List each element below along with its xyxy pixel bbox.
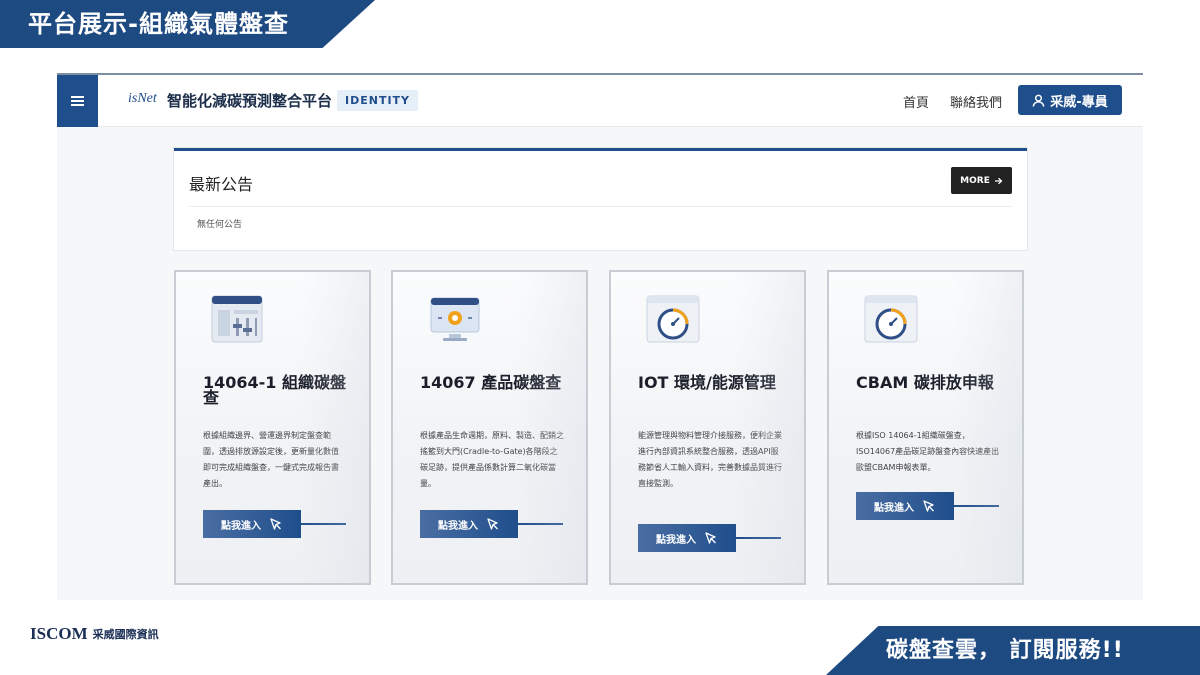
enter-button[interactable]: 點我進入 (420, 510, 518, 538)
button-underline (736, 537, 781, 539)
dashboard-settings-icon (211, 295, 263, 343)
button-underline (518, 523, 563, 525)
monitor-gear-icon (430, 297, 480, 341)
enter-button[interactable]: 點我進入 (856, 492, 954, 520)
gauge-icon (864, 295, 918, 343)
more-button-label: MORE (960, 175, 990, 186)
card-iot: IOT 環境/能源管理 能源管理與物料管理介接服務，便利企業進行內部資訊系統整合… (609, 270, 806, 585)
identity-tag: IDENTITY (337, 90, 419, 111)
enter-button-label: 點我進入 (656, 534, 696, 546)
card-description: 根據ISO 14064-1組織碳盤查，ISO14067產品碳足跡盤查內容快速產出… (856, 431, 1000, 472)
button-underline (954, 505, 999, 507)
arrow-right-icon (994, 177, 1003, 184)
enter-button[interactable]: 點我進入 (638, 524, 736, 552)
card-description: 根據組織邊界、營運邊界制定盤查範圍，透過排放源設定後，更新量化數值即可完成組織盤… (203, 431, 339, 488)
slide-title: 平台展示-組織氣體盤查 (0, 0, 375, 48)
company-logo: ISCOM 采威國際資訊 (30, 624, 159, 644)
card-title: IOT 環境/能源管理 (638, 373, 776, 392)
enter-button-label: 點我進入 (438, 520, 478, 532)
enter-button-label: 點我進入 (874, 502, 914, 514)
card-14067: 14067 產品碳盤查 根據產品生命週期，原料、製造、配銷之搖籃到大門(Crad… (391, 270, 588, 585)
slogan-banner: 碳盤查雲， 訂閱服務!! (826, 626, 1200, 675)
card-title: 14067 產品碳盤查 (420, 373, 562, 392)
slide: 平台展示-組織氣體盤查 isNet 智能化減碳預測整合平台 IDENTITY 首… (0, 0, 1200, 675)
card-description: 能源管理與物料管理介接服務，便利企業進行內部資訊系統整合服務，透過API服務節省… (638, 431, 782, 488)
user-icon (1032, 94, 1045, 107)
user-button[interactable]: 采威-專員 (1018, 85, 1122, 115)
user-button-label: 采威-專員 (1050, 94, 1108, 110)
card-title: 14064-1 組織碳盤查 (203, 373, 347, 407)
divider (189, 206, 1012, 207)
menu-button[interactable] (57, 75, 98, 127)
gauge-icon (646, 295, 700, 343)
hamburger-icon (71, 94, 84, 108)
more-button[interactable]: MORE (951, 167, 1012, 194)
announcement-title: 最新公告 (189, 175, 254, 194)
brand-name-zh: 采威國際資訊 (92, 628, 159, 641)
logo: isNet (128, 91, 157, 107)
brand-name-en: ISCOM (30, 624, 88, 643)
logo-text: isNet (128, 91, 157, 106)
cursor-icon (270, 518, 281, 530)
cursor-icon (705, 532, 716, 544)
app-title: 智能化減碳預測整合平台 (167, 92, 333, 110)
card-cbam: CBAM 碳排放申報 根據ISO 14064-1組織碳盤查，ISO14067產品… (827, 270, 1024, 585)
cursor-icon (923, 500, 934, 512)
card-title: CBAM 碳排放申報 (856, 373, 994, 392)
nav-contact-link[interactable]: 聯絡我們 (950, 92, 1002, 111)
button-underline (301, 523, 346, 525)
enter-button[interactable]: 點我進入 (203, 510, 301, 538)
nav-home-link[interactable]: 首頁 (903, 92, 929, 111)
card-14064: 14064-1 組織碳盤查 根據組織邊界、營運邊界制定盤查範圍，透過排放源設定後… (174, 270, 371, 585)
cursor-icon (487, 518, 498, 530)
announcement-empty-text: 無任何公告 (197, 220, 243, 230)
app-screenshot: isNet 智能化減碳預測整合平台 IDENTITY 首頁 聯絡我們 采威-專員… (57, 73, 1143, 600)
announcement-panel: 最新公告 MORE 無任何公告 (174, 148, 1027, 250)
card-description: 根據產品生命週期，原料、製造、配銷之搖籃到大門(Cradle-to-Gate)各… (420, 431, 564, 488)
enter-button-label: 點我進入 (221, 520, 261, 532)
app-header: isNet 智能化減碳預測整合平台 IDENTITY 首頁 聯絡我們 采威-專員 (57, 75, 1143, 127)
